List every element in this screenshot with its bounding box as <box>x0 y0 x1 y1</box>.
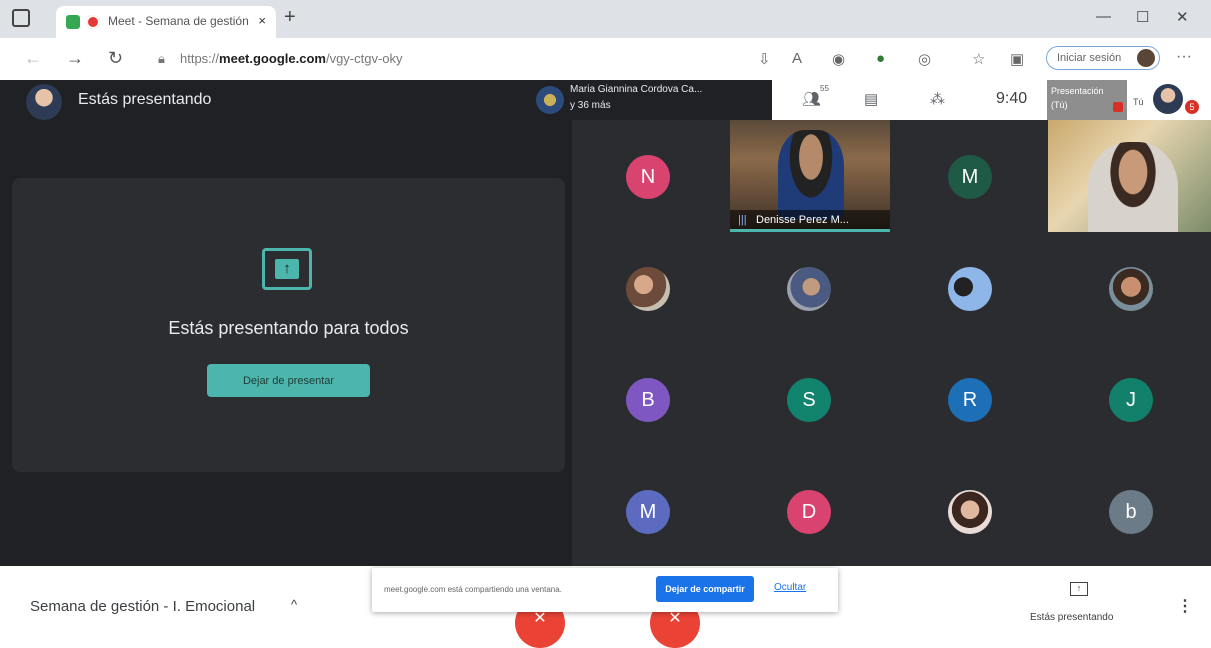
tab-close-button[interactable]: × <box>258 13 266 28</box>
avatar <box>536 86 564 114</box>
presentation-label: Presentación <box>1051 86 1104 96</box>
favorites-icon[interactable]: ☆ <box>972 50 985 68</box>
presentation-tile[interactable]: Presentación (Tú) <box>1047 80 1127 120</box>
recording-indicator-icon <box>86 15 100 29</box>
participant-avatar-m2[interactable]: M <box>626 490 670 534</box>
signin-button[interactable]: Iniciar sesión <box>1046 46 1160 70</box>
back-icon[interactable]: ← <box>24 48 42 69</box>
meeting-title[interactable]: Semana de gestión - I. Emocional <box>30 598 255 615</box>
url-prefix: https:// <box>180 51 220 66</box>
presenting-status-label[interactable]: Estás presentando <box>1030 612 1113 623</box>
tab-title: Meet - Semana de gestión <box>108 14 249 28</box>
participant-avatar-b[interactable]: B <box>626 378 670 422</box>
sidebar-toggle-icon[interactable] <box>12 9 30 27</box>
participant-avatar-s[interactable]: S <box>787 378 831 422</box>
self-tile[interactable]: Tú 5 <box>1127 80 1211 120</box>
avatar <box>26 84 62 120</box>
maximize-button[interactable]: ☐ <box>1136 8 1149 26</box>
forward-icon[interactable]: → <box>66 48 84 69</box>
address-toolbar: ← → ↻ 🔒︎ https://meet.google.com/vgy-ctg… <box>0 38 1211 81</box>
notification-badge: 5 <box>1185 100 1199 114</box>
participant-avatar-m[interactable]: M <box>948 155 992 199</box>
minimize-button[interactable]: — <box>1096 8 1111 25</box>
url-host: meet.google.com <box>219 51 326 66</box>
speaker-others-count: y 36 más <box>570 100 611 111</box>
participant-video-tile-2[interactable] <box>1048 120 1211 232</box>
participant-avatar-d[interactable]: D <box>787 490 831 534</box>
speaker-name: Maria Giannina Cordova Ca... <box>570 84 703 95</box>
activities-icon[interactable]: ⁂ <box>930 90 945 108</box>
clock-time: 9:40 <box>996 90 1028 107</box>
participant-avatar-n[interactable]: N <box>626 155 670 199</box>
browser-tab[interactable]: Meet - Semana de gestión × <box>56 6 276 38</box>
share-notice-bar: meet.google.com está compartiendo una ve… <box>372 568 838 612</box>
meet-top-overlay: Maria Giannina Cordova Ca... y 36 más 👥︎… <box>530 80 1211 120</box>
participant-photo-avatar[interactable] <box>948 490 992 534</box>
present-screen-icon: ↑ <box>262 248 312 290</box>
active-speaker-bar <box>730 229 890 232</box>
participant-video-tile[interactable]: ||| Denisse Perez M... <box>730 120 890 232</box>
participant-avatar-r[interactable]: R <box>948 378 992 422</box>
present-screen-icon[interactable]: ↑ <box>1070 582 1088 596</box>
reload-icon[interactable]: ↻ <box>108 48 123 69</box>
collections-icon[interactable]: ▣ <box>1010 50 1024 68</box>
participant-name: Denisse Perez M... <box>756 214 849 226</box>
url-field[interactable]: 🔒︎ https://meet.google.com/vgy-ctgv-oky <box>150 46 750 72</box>
avatar <box>1153 84 1183 114</box>
participant-grid: N ||| Denisse Perez M... M B S R J M D b <box>572 80 1211 566</box>
record-extension-icon[interactable]: ◎ <box>918 50 931 68</box>
participant-photo-avatar[interactable] <box>948 267 992 311</box>
presenting-message: Estás presentando para todos <box>168 318 409 338</box>
active-speaker-chip[interactable]: Maria Giannina Cordova Ca... y 36 más <box>530 80 772 120</box>
participant-photo-avatar[interactable] <box>1109 267 1153 311</box>
meet-favicon-icon <box>66 15 80 29</box>
participant-photo-avatar[interactable] <box>787 267 831 311</box>
presenting-heading: Estás presentando <box>78 91 212 108</box>
presentation-owner: (Tú) <box>1051 100 1068 110</box>
share-notice-text: meet.google.com está compartiendo una ve… <box>384 585 562 594</box>
participant-video-person <box>778 130 844 220</box>
profile-avatar <box>1137 49 1155 67</box>
people-count: 55 <box>820 84 829 93</box>
browser-menu-button[interactable]: ··· <box>1176 48 1192 66</box>
stop-sharing-button[interactable]: Dejar de compartir <box>656 576 754 602</box>
participant-avatar-j[interactable]: J <box>1109 378 1153 422</box>
url-path: /vgy-ctgv-oky <box>325 51 403 66</box>
self-label: Tú <box>1133 97 1144 107</box>
hide-notice-link[interactable]: Ocultar <box>774 582 806 593</box>
presenting-card: ↑ Estás presentando para todos Dejar de … <box>12 178 565 472</box>
meet-stage: Estás presentando ↑ Estás presentando pa… <box>0 80 1211 566</box>
participant-video-person <box>1088 142 1178 232</box>
presenting-pane: Estás presentando ↑ Estás presentando pa… <box>0 80 572 566</box>
signin-label: Iniciar sesión <box>1057 52 1122 64</box>
muted-icon <box>1113 102 1123 112</box>
close-window-button[interactable]: ✕ <box>1176 8 1189 26</box>
more-options-icon[interactable]: ⋮ <box>1177 596 1193 616</box>
speaking-indicator-icon: ||| <box>738 214 747 226</box>
browser-tabstrip: Meet - Semana de gestión × + — ☐ ✕ <box>0 0 1211 38</box>
participant-avatar-b2[interactable]: b <box>1109 490 1153 534</box>
extension-icon[interactable]: ◉ <box>832 50 845 68</box>
new-tab-button[interactable]: + <box>284 6 296 29</box>
lock-icon: 🔒︎ <box>158 51 165 66</box>
chevron-up-icon[interactable]: ^ <box>291 597 297 612</box>
participant-photo-avatar[interactable] <box>626 267 670 311</box>
download-icon[interactable]: ⇩ <box>758 50 771 68</box>
people-icon[interactable]: 👥︎ <box>802 90 821 108</box>
stop-presenting-button[interactable]: Dejar de presentar <box>207 364 370 397</box>
chat-icon[interactable]: ▤ <box>864 90 878 108</box>
pin-icon[interactable]: ● <box>876 50 885 67</box>
read-aloud-icon[interactable]: A <box>792 50 802 67</box>
